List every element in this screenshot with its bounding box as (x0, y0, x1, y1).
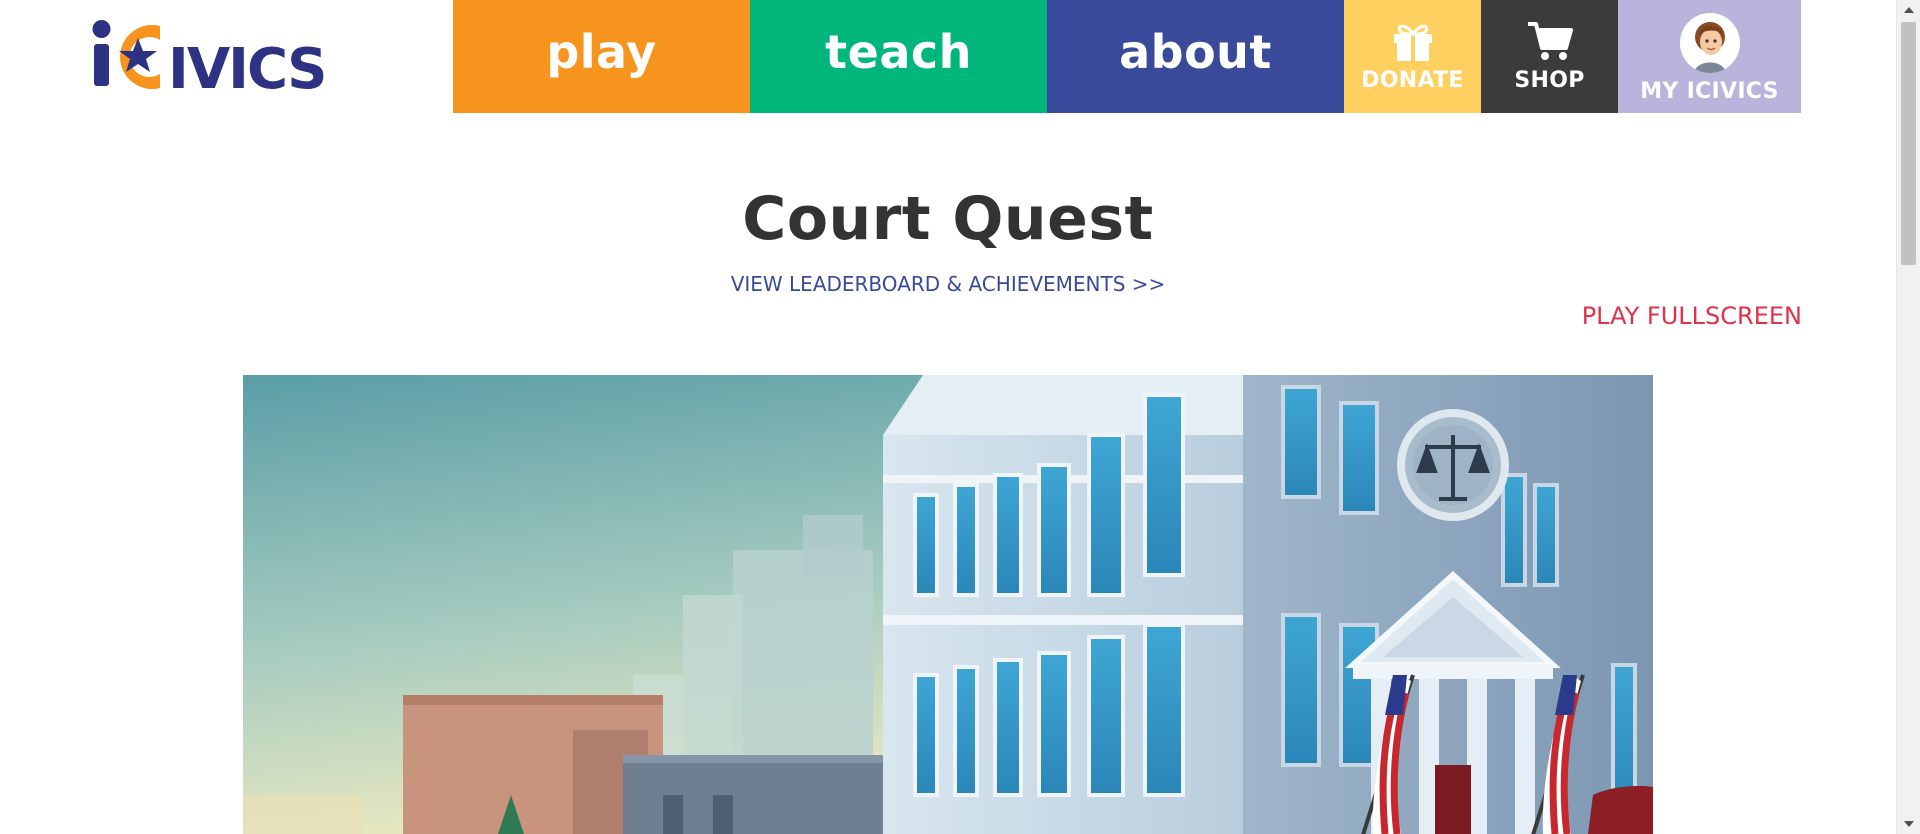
nav-teach-label: teach (825, 24, 972, 79)
nav-shop-label: SHOP (1514, 68, 1585, 93)
page-title: Court Quest (742, 184, 1154, 254)
arrow-down-icon[interactable] (1897, 814, 1920, 834)
nav-play-label: play (546, 24, 657, 79)
shopping-cart-icon (1527, 22, 1573, 60)
play-fullscreen-link[interactable]: PLAY FULLSCREEN (1582, 302, 1802, 330)
leaderboard-link[interactable]: VIEW LEADERBOARD & ACHIEVEMENTS >> (0, 272, 1896, 296)
scrollbar-thumb[interactable] (1901, 22, 1916, 265)
icivics-logo-mark: IVICS (92, 20, 327, 96)
nav-about-label: about (1119, 24, 1272, 79)
nav-my-icivics-label: MY ICIVICS (1640, 79, 1779, 104)
main-nav: play teach about DONATE SHOP MY ICIVICS (453, 0, 1801, 113)
page: iCivics IVICS play teach about (0, 0, 1896, 834)
nav-play[interactable]: play (453, 0, 750, 113)
nav-donate-label: DONATE (1361, 68, 1464, 93)
nav-donate[interactable]: DONATE (1344, 0, 1481, 113)
nav-teach[interactable]: teach (750, 0, 1047, 113)
avatar-icon (1679, 13, 1740, 73)
game-scene-image (243, 375, 1653, 834)
nav-my-icivics[interactable]: MY ICIVICS (1618, 0, 1801, 113)
svg-text:IVICS: IVICS (168, 37, 325, 96)
nav-shop[interactable]: SHOP (1481, 0, 1618, 113)
page-scrollbar[interactable] (1896, 0, 1920, 834)
icivics-logo[interactable]: iCivics IVICS (88, 16, 378, 96)
game-frame[interactable] (243, 375, 1653, 834)
nav-about[interactable]: about (1047, 0, 1344, 113)
arrow-up-icon[interactable] (1897, 0, 1920, 20)
avatar (1679, 13, 1740, 73)
gift-icon (1393, 24, 1432, 61)
